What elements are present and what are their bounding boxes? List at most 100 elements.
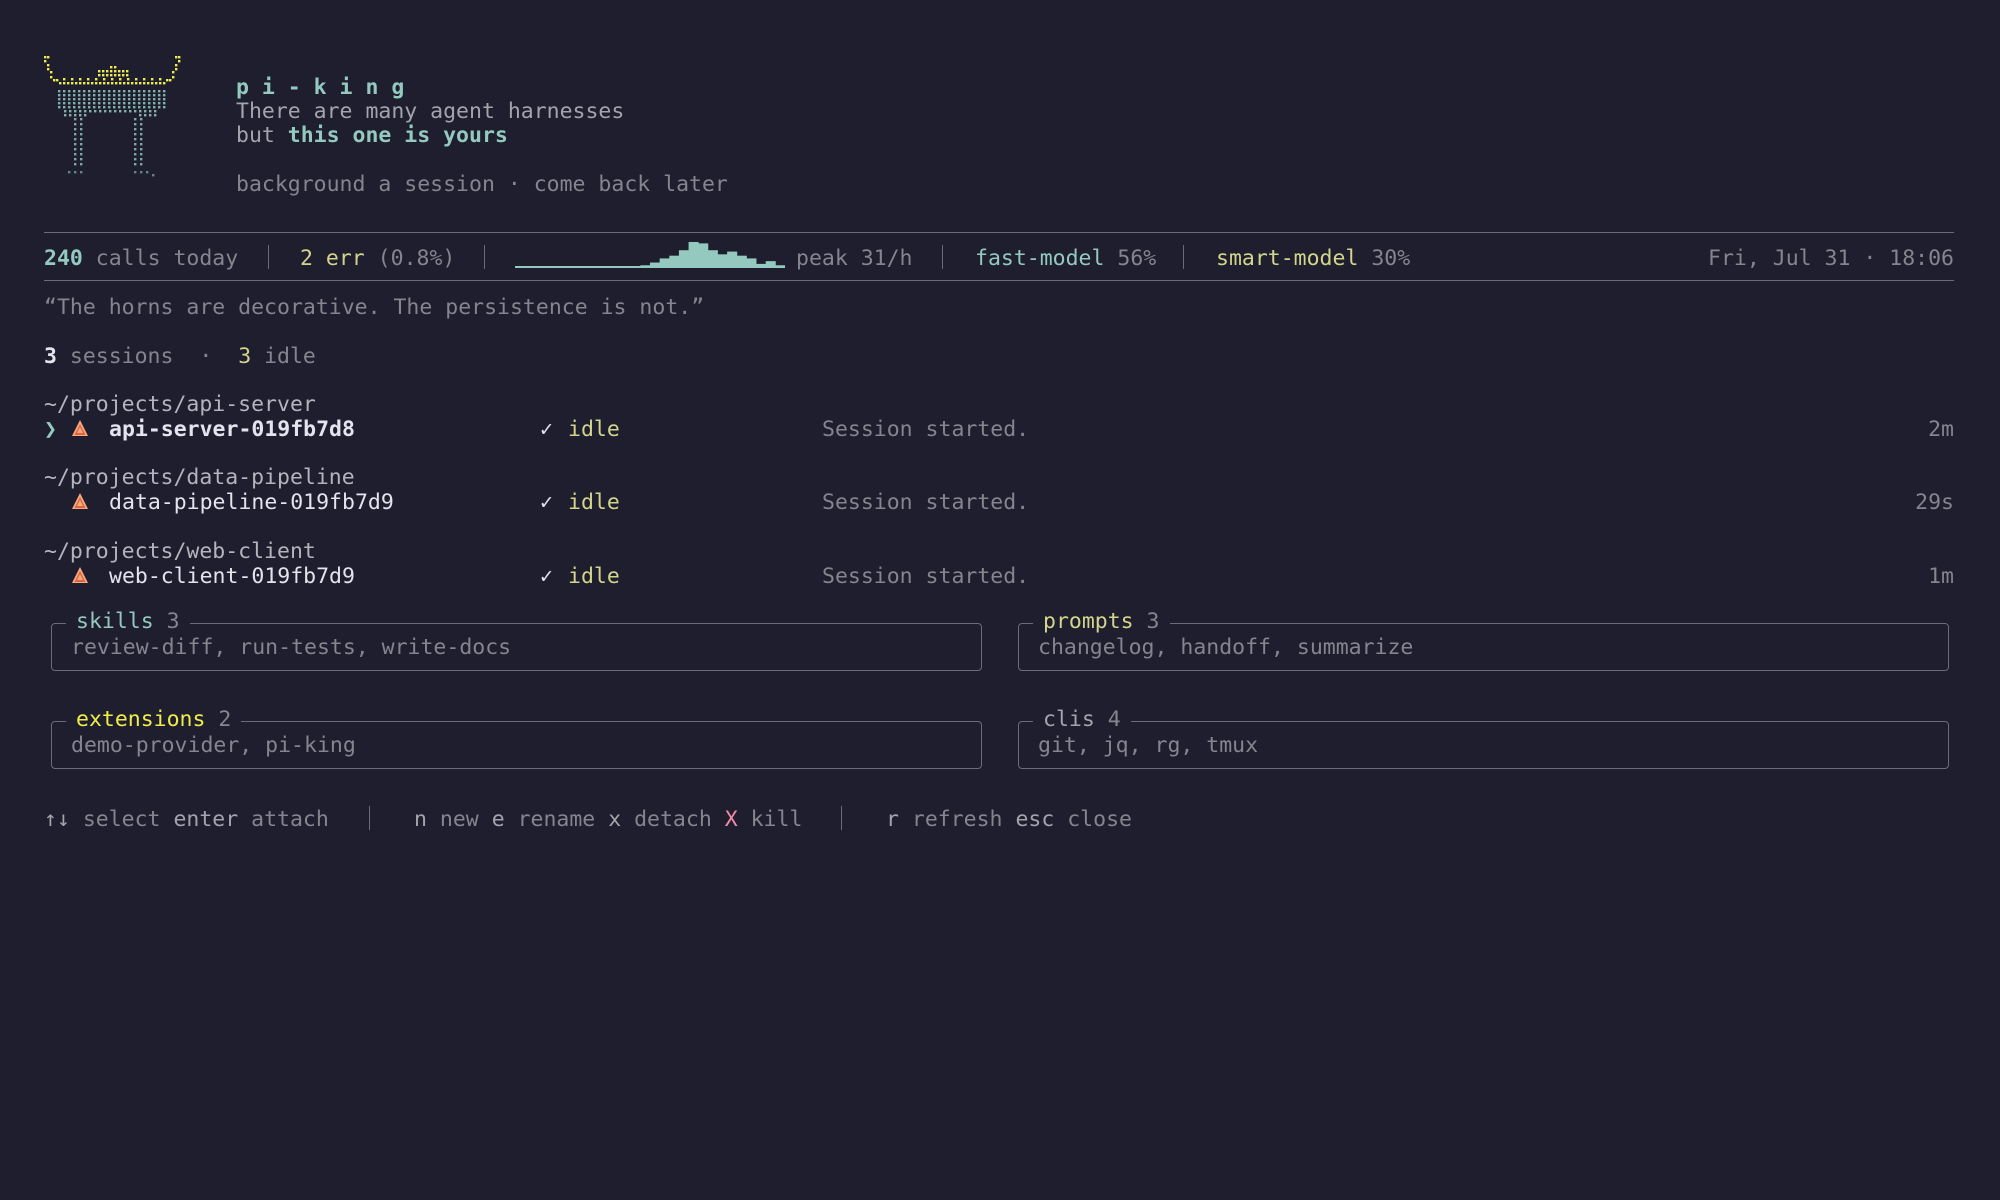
logo-dot xyxy=(144,110,147,113)
logo-dot xyxy=(99,82,102,85)
logo-dot xyxy=(140,123,143,126)
logo-dot xyxy=(163,102,166,105)
logo-dot xyxy=(74,128,77,131)
logo-dot xyxy=(118,106,121,109)
logo-dot xyxy=(133,90,136,93)
logo-dot xyxy=(134,133,137,136)
calls-sparkline xyxy=(515,242,785,268)
logo-dot xyxy=(139,114,142,117)
key-detach[interactable]: x xyxy=(608,807,621,832)
sparkline-bar xyxy=(543,266,554,268)
logo-dot xyxy=(58,98,61,101)
key-escape[interactable]: esc xyxy=(1015,807,1054,832)
logo-dot xyxy=(79,78,82,81)
logo-dot xyxy=(166,79,169,82)
logo-dot xyxy=(47,68,50,71)
logo-dot xyxy=(128,102,131,105)
logo-dot xyxy=(134,163,137,166)
tagline-line2: but this one is yours xyxy=(236,123,508,148)
logo-dot xyxy=(109,110,112,113)
sparkline-bar xyxy=(707,250,718,268)
logo-dot xyxy=(175,68,178,71)
logo-dot xyxy=(47,64,50,67)
logo-dot xyxy=(93,98,96,101)
logo-dot xyxy=(84,110,87,113)
logo-dot xyxy=(83,102,86,105)
sparkline-bar xyxy=(553,266,564,268)
session-name: data-pipeline-019fb7d9 xyxy=(109,490,394,515)
logo-dot xyxy=(80,128,83,131)
session-path: ~/projects/data-pipeline xyxy=(44,465,355,490)
logo-dot xyxy=(134,143,137,146)
logo-dot xyxy=(143,106,146,109)
session-status: idle xyxy=(568,417,620,442)
logo-dot xyxy=(143,82,146,85)
logo-dot xyxy=(53,79,56,82)
logo-dot xyxy=(74,110,77,113)
logo-dot xyxy=(87,78,90,81)
logo-dot xyxy=(169,79,172,82)
logo-dot xyxy=(119,82,122,85)
date-time: Fri, Jul 31 · 18:06 xyxy=(1708,246,1954,271)
logo-dot xyxy=(149,114,152,117)
logo-dot xyxy=(127,82,130,85)
logo-dot xyxy=(143,78,146,81)
sparkline-bar xyxy=(630,266,641,268)
logo-dot xyxy=(148,102,151,105)
logo-dot xyxy=(138,98,141,101)
logo-dot xyxy=(103,102,106,105)
logo-dot xyxy=(94,110,97,113)
logo-dot xyxy=(63,82,66,85)
sparkline-bar xyxy=(678,250,689,268)
key-arrows[interactable]: ↑↓ xyxy=(44,807,70,832)
peak-rate: peak 31/h xyxy=(796,246,913,271)
logo-dot xyxy=(172,76,175,79)
session-path: ~/projects/web-client xyxy=(44,539,316,564)
logo-dot xyxy=(80,163,83,166)
logo-dot xyxy=(79,114,82,117)
logo-dot xyxy=(175,64,178,67)
logo-dot xyxy=(91,82,94,85)
logo-dot xyxy=(80,143,83,146)
sparkline-bar xyxy=(698,243,709,268)
key-refresh[interactable]: r xyxy=(886,807,899,832)
logo-dot xyxy=(119,78,122,81)
logo-dot xyxy=(158,106,161,109)
logo-dot xyxy=(108,98,111,101)
key-rename[interactable]: e xyxy=(492,807,505,832)
logo-dot xyxy=(74,153,77,156)
logo-dot xyxy=(83,90,86,93)
sparkline-bar xyxy=(592,266,603,268)
logo-dot xyxy=(73,94,76,97)
logo-dot xyxy=(68,102,71,105)
logo-dot xyxy=(146,171,149,174)
logo-dot xyxy=(123,102,126,105)
key-enter[interactable]: enter xyxy=(173,807,238,832)
logo-dot xyxy=(93,90,96,93)
key-kill[interactable]: X xyxy=(725,807,738,832)
logo-dot xyxy=(114,110,117,113)
logo-dot xyxy=(128,90,131,93)
logo-dot xyxy=(138,94,141,97)
logo-dot xyxy=(113,98,116,101)
key-new[interactable]: n xyxy=(414,807,427,832)
logo-dot xyxy=(134,123,137,126)
logo-dot xyxy=(114,74,117,77)
logo-dot xyxy=(73,106,76,109)
logo-dot xyxy=(63,94,66,97)
logo-dot xyxy=(74,163,77,166)
session-status: idle xyxy=(568,490,620,515)
logo-dot xyxy=(123,82,126,85)
logo-dot xyxy=(50,76,53,79)
logo-dot xyxy=(143,90,146,93)
logo-dot xyxy=(113,94,116,97)
logo-dot xyxy=(149,110,152,113)
logo-dot xyxy=(140,128,143,131)
logo-dot xyxy=(122,74,125,77)
logo-dot xyxy=(78,102,81,105)
logo-dot xyxy=(154,114,157,117)
sparkline-bar xyxy=(688,242,699,268)
session-name: api-server-019fb7d8 xyxy=(109,417,355,442)
logo-dot xyxy=(93,106,96,109)
logo-dot xyxy=(74,148,77,151)
